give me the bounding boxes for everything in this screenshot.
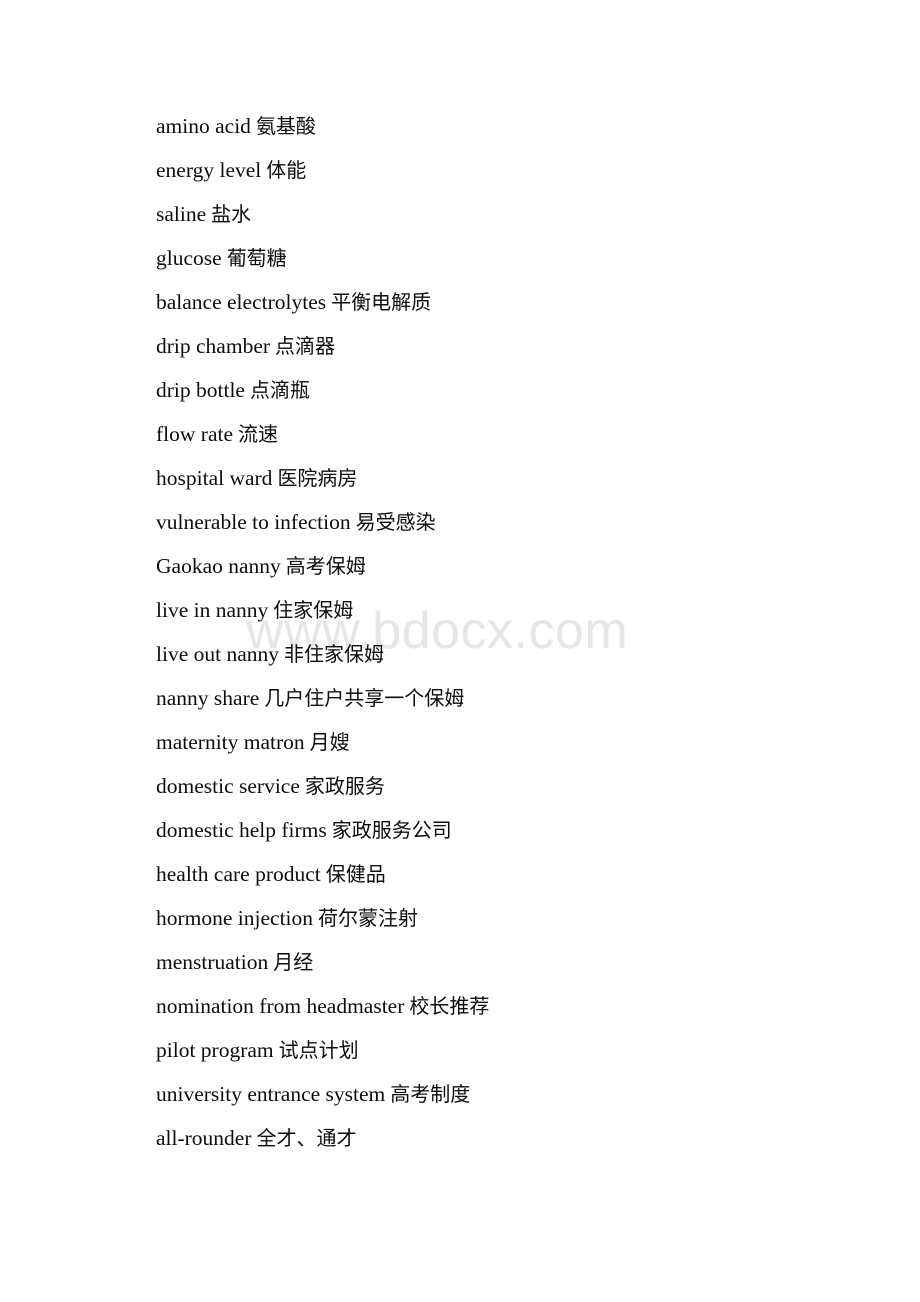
- vocab-term: menstruation: [156, 950, 269, 974]
- vocab-term: domestic service: [156, 774, 300, 798]
- vocab-gloss: 试点计划: [278, 1038, 359, 1062]
- vocab-entry: live out nanny 非住家保姆: [156, 632, 856, 676]
- vocab-term: all-rounder: [156, 1126, 252, 1150]
- vocab-term: flow rate: [156, 422, 234, 446]
- vocab-gloss: 氨基酸: [255, 114, 316, 138]
- vocab-term: nomination from headmaster: [156, 994, 405, 1018]
- vocab-gloss: 非住家保姆: [284, 642, 385, 666]
- vocab-entry: maternity matron 月嫂: [156, 720, 856, 764]
- vocab-entry: all-rounder 全才、通才: [156, 1116, 856, 1160]
- vocab-entry: hospital ward 医院病房: [156, 456, 856, 500]
- vocab-term: university entrance system: [156, 1082, 386, 1106]
- vocab-entry: domestic help firms 家政服务公司: [156, 808, 856, 852]
- vocab-term: hospital ward: [156, 466, 273, 490]
- vocab-term: balance electrolytes: [156, 290, 327, 314]
- vocab-gloss: 荷尔蒙注射: [318, 906, 419, 930]
- vocabulary-list: amino acid 氨基酸 energy level 体能 saline 盐水 gluco…: [156, 104, 856, 1160]
- vocab-term: live in nanny: [156, 598, 269, 622]
- vocab-entry: hormone injection 荷尔蒙注射: [156, 896, 856, 940]
- vocab-gloss: 高考保姆: [285, 554, 366, 578]
- vocab-term: drip chamber: [156, 334, 271, 358]
- vocab-gloss: 葡萄糖: [226, 246, 287, 270]
- vocab-entry: live in nanny 住家保姆: [156, 588, 856, 632]
- vocab-term: amino acid: [156, 114, 251, 138]
- vocab-entry: vulnerable to infection 易受感染: [156, 500, 856, 544]
- vocab-gloss: 平衡电解质: [331, 290, 432, 314]
- vocab-gloss: 医院病房: [277, 466, 358, 490]
- vocab-gloss: 点滴瓶: [249, 378, 310, 402]
- vocab-entry: energy level 体能: [156, 148, 856, 192]
- vocab-gloss: 月经: [273, 950, 314, 974]
- vocab-gloss: 校长推荐: [409, 994, 490, 1018]
- vocab-gloss: 几户住户共享一个保姆: [264, 686, 465, 710]
- vocab-gloss: 全才、通才: [256, 1126, 357, 1150]
- vocab-term: nanny share: [156, 686, 260, 710]
- vocab-term: pilot program: [156, 1038, 274, 1062]
- vocab-entry: menstruation 月经: [156, 940, 856, 984]
- vocab-term: energy level: [156, 158, 262, 182]
- vocab-term: maternity matron: [156, 730, 305, 754]
- vocab-entry: university entrance system 高考制度: [156, 1072, 856, 1116]
- vocab-entry: balance electrolytes 平衡电解质: [156, 280, 856, 324]
- vocab-gloss: 盐水: [211, 202, 252, 226]
- vocab-gloss: 高考制度: [390, 1082, 471, 1106]
- vocab-term: live out nanny: [156, 642, 280, 666]
- vocab-entry: saline 盐水: [156, 192, 856, 236]
- vocab-gloss: 保健品: [325, 862, 386, 886]
- vocab-entry: amino acid 氨基酸: [156, 104, 856, 148]
- vocab-gloss: 流速: [238, 422, 279, 446]
- vocab-entry: drip chamber 点滴器: [156, 324, 856, 368]
- vocab-gloss: 家政服务: [304, 774, 385, 798]
- vocab-term: glucose: [156, 246, 222, 270]
- vocab-entry: drip bottle 点滴瓶: [156, 368, 856, 412]
- vocab-term: hormone injection: [156, 906, 314, 930]
- vocab-term: Gaokao nanny: [156, 554, 281, 578]
- vocab-entry: nanny share 几户住户共享一个保姆: [156, 676, 856, 720]
- vocab-gloss: 点滴器: [275, 334, 336, 358]
- vocab-gloss: 住家保姆: [273, 598, 354, 622]
- vocab-entry: Gaokao nanny 高考保姆: [156, 544, 856, 588]
- vocab-term: drip bottle: [156, 378, 245, 402]
- document-page: www.bdocx.com amino acid 氨基酸 energy level 体…: [0, 0, 920, 1302]
- vocab-entry: health care product 保健品: [156, 852, 856, 896]
- vocab-term: vulnerable to infection: [156, 510, 351, 534]
- vocab-gloss: 月嫂: [309, 730, 350, 754]
- vocab-entry: domestic service 家政服务: [156, 764, 856, 808]
- vocab-entry: flow rate 流速: [156, 412, 856, 456]
- vocab-term: domestic help firms: [156, 818, 327, 842]
- vocab-term: saline: [156, 202, 207, 226]
- vocab-gloss: 家政服务公司: [331, 818, 452, 842]
- vocab-entry: nomination from headmaster 校长推荐: [156, 984, 856, 1028]
- vocab-entry: pilot program 试点计划: [156, 1028, 856, 1072]
- vocab-term: health care product: [156, 862, 321, 886]
- vocab-gloss: 易受感染: [355, 510, 436, 534]
- vocab-entry: glucose 葡萄糖: [156, 236, 856, 280]
- vocab-gloss: 体能: [266, 158, 307, 182]
